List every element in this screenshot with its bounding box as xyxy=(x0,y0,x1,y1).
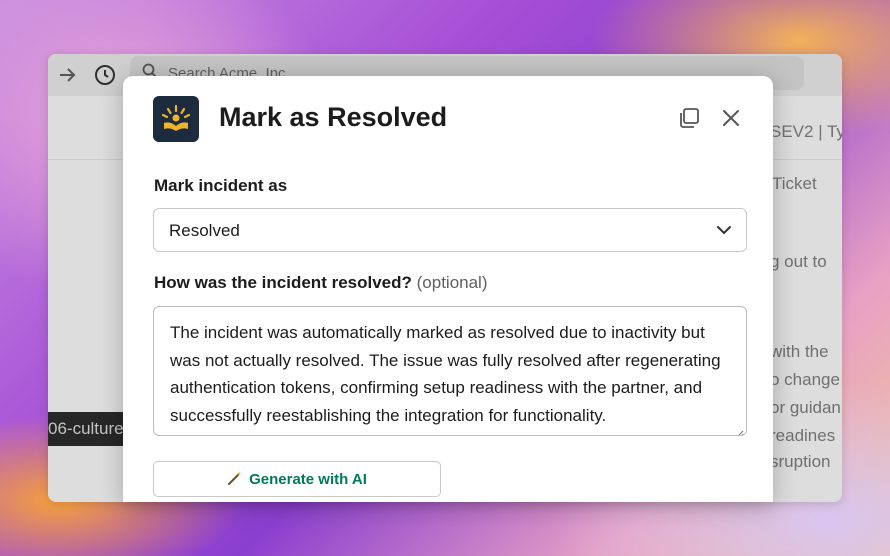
generate-with-ai-label: Generate with AI xyxy=(249,470,367,488)
resolution-label-text: How was the incident resolved? xyxy=(154,273,412,292)
generate-with-ai-button[interactable]: Generate with AI xyxy=(153,461,441,497)
resolution-text: The incident was automatically marked as… xyxy=(170,323,721,425)
mark-resolved-modal: Mark as Resolved Mark incident as Resolv… xyxy=(123,76,773,502)
incident-status-value: Resolved xyxy=(169,221,240,240)
chevron-down-icon xyxy=(716,223,732,237)
optional-hint: (optional) xyxy=(416,273,488,292)
app-logo-icon xyxy=(153,96,199,142)
modal-title: Mark as Resolved xyxy=(219,102,448,132)
resolution-label: How was the incident resolved? (optional… xyxy=(154,273,488,293)
resize-handle-icon[interactable] xyxy=(736,425,744,435)
close-icon[interactable] xyxy=(719,106,743,130)
resolution-textarea[interactable]: The incident was automatically marked as… xyxy=(153,306,747,436)
duplicate-window-icon[interactable] xyxy=(677,106,701,130)
mark-incident-label: Mark incident as xyxy=(154,176,288,195)
magic-wand-icon xyxy=(227,470,243,490)
incident-status-select[interactable]: Resolved xyxy=(153,208,747,252)
